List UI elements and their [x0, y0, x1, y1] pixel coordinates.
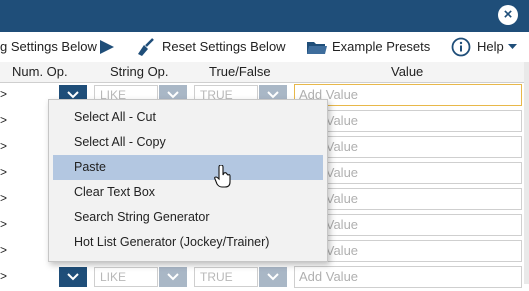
scrollbar[interactable] [524, 62, 529, 284]
row-operator: > [0, 217, 8, 231]
menu-item-search-string-generator[interactable]: Search String Generator [53, 205, 323, 230]
value-input[interactable]: Add Value [294, 214, 522, 236]
toolbar: g Settings Below Reset Settings Below Ex… [0, 32, 529, 63]
play-arrow-icon[interactable] [100, 40, 114, 54]
value-input[interactable]: Add Value [294, 110, 522, 132]
menu-item-hot-list-generator[interactable]: Hot List Generator (Jockey/Trainer) [53, 230, 323, 255]
menu-item-select-all-cut[interactable]: Select All - Cut [53, 105, 323, 130]
value-input[interactable]: Add Value [294, 266, 522, 288]
example-presets-button[interactable]: Example Presets [332, 32, 430, 62]
value-input[interactable]: Add Value [294, 240, 522, 262]
table-row: > LIKE TRUE Add Value [0, 265, 529, 291]
menu-item-clear-text-box[interactable]: Clear Text Box [53, 180, 323, 205]
table-header: Num. Op. String Op. True/False Value [0, 62, 529, 83]
column-header-true-false: True/False [209, 64, 271, 79]
value-input[interactable]: Add Value [294, 136, 522, 158]
save-settings-label: g Settings Below [0, 39, 97, 54]
caret-down-icon[interactable] [508, 44, 517, 50]
value-input[interactable]: Add Value [294, 162, 522, 184]
column-header-num-op: Num. Op. [12, 64, 68, 79]
menu-item-select-all-copy[interactable]: Select All - Copy [53, 130, 323, 155]
value-input[interactable]: Add Value [294, 188, 522, 210]
reset-settings-button[interactable]: Reset Settings Below [162, 32, 286, 62]
info-circle-icon[interactable] [451, 37, 471, 57]
row-operator: > [0, 113, 8, 127]
true-false-select[interactable]: TRUE [194, 267, 258, 287]
hand-cursor-icon [214, 165, 231, 188]
row-operator: > [0, 191, 8, 205]
dialog-titlebar: × [0, 0, 529, 32]
string-op-dropdown-button[interactable] [159, 267, 187, 287]
row-operator: > [0, 139, 8, 153]
help-button[interactable]: Help [477, 32, 504, 62]
string-op-select[interactable]: LIKE [94, 267, 158, 287]
column-header-string-op: String Op. [110, 64, 169, 79]
context-menu: Select All - Cut Select All - Copy Paste… [48, 99, 328, 262]
menu-item-paste[interactable]: Paste [53, 155, 323, 180]
value-input[interactable]: Add Value [294, 84, 522, 106]
folder-icon[interactable] [306, 39, 328, 55]
row-operator: > [0, 165, 8, 179]
example-presets-label: Example Presets [332, 39, 431, 54]
reset-settings-label: Reset Settings Below [162, 39, 286, 54]
row-operator: > [0, 269, 8, 283]
column-header-value: Value [391, 64, 424, 79]
broom-icon[interactable] [137, 38, 157, 56]
num-op-dropdown-button[interactable] [59, 267, 87, 287]
help-label: Help [477, 39, 504, 54]
close-icon[interactable]: × [498, 5, 518, 25]
save-settings-button[interactable]: g Settings Below [0, 32, 97, 62]
row-operator: > [0, 243, 8, 257]
row-operator: > [0, 87, 8, 101]
true-false-dropdown-button[interactable] [259, 267, 287, 287]
